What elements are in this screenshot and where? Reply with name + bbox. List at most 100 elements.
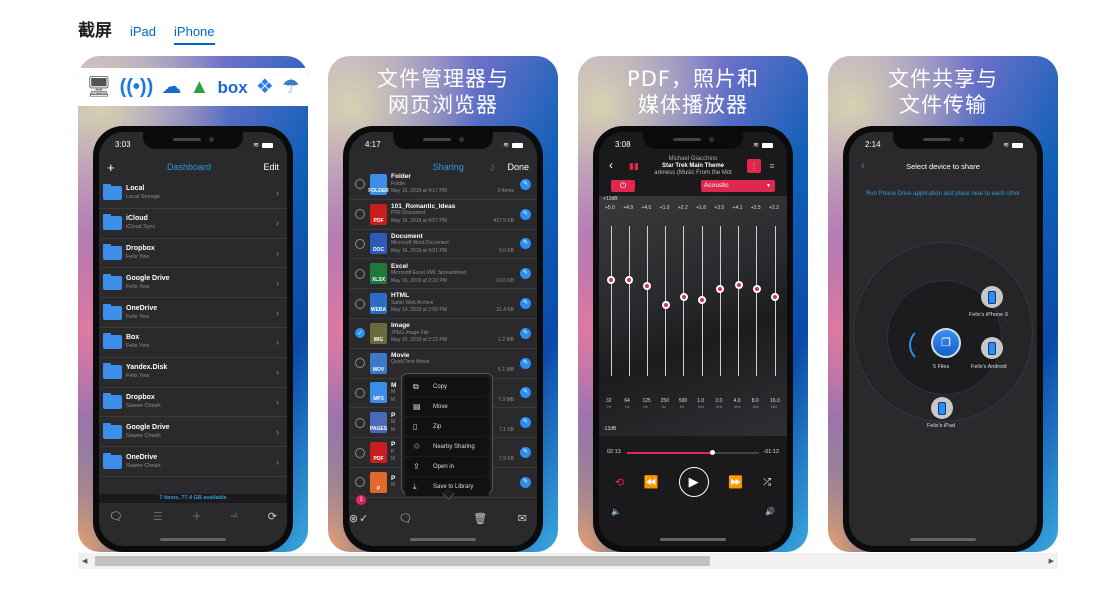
volume-low-icon[interactable]: 🔈 — [611, 507, 621, 516]
storage-list-item[interactable]: Box Felix Yew › — [99, 328, 287, 358]
storage-list-item[interactable]: OneDrive Felix Yew › — [99, 298, 287, 328]
band-slider-track[interactable] — [719, 226, 721, 376]
select-checkbox[interactable] — [355, 447, 365, 458]
band-slider-knob[interactable] — [698, 295, 707, 304]
repeat-icon[interactable]: ⟲ — [615, 476, 624, 489]
select-checkbox[interactable] — [355, 179, 365, 190]
progress-knob[interactable] — [710, 450, 716, 455]
select-checkbox[interactable] — [355, 209, 365, 220]
equalizer-icon[interactable]: ⫶ — [747, 159, 761, 173]
file-date: M — [391, 426, 396, 433]
device-ipad-icon[interactable] — [931, 397, 953, 419]
tab-ipad[interactable]: iPad — [130, 24, 156, 43]
band-slider-track[interactable] — [628, 226, 630, 376]
edit-icon[interactable]: ✎ — [520, 417, 531, 429]
edit-icon[interactable]: ✎ — [520, 476, 531, 488]
volume-high-icon[interactable]: 🔊 — [765, 507, 775, 516]
scroll-right-icon[interactable]: ▶ — [1049, 557, 1054, 565]
sync-icon[interactable]: ⟳ — [268, 510, 277, 523]
edit-icon[interactable]: ✎ — [520, 387, 531, 399]
file-list-item[interactable]: ✓ IMG Image JPEG Image File May 16, 2019 at … — [349, 319, 537, 349]
edit-icon[interactable]: ✎ — [520, 298, 531, 310]
menu-item-move[interactable]: ▤ Move — [405, 397, 489, 416]
file-list-item[interactable]: FOLDER Folder Folder May 16, 2019 at 4:17 P… — [349, 170, 537, 200]
mail-icon[interactable]: ✉ — [518, 512, 527, 525]
select-checkbox[interactable] — [355, 358, 365, 369]
menu-item-zip[interactable]: ▯ Zip — [405, 417, 489, 436]
band-slider-track[interactable] — [738, 226, 740, 376]
device-iphone-x-icon[interactable] — [981, 286, 1003, 308]
band-slider-knob[interactable] — [661, 300, 670, 309]
select-checkbox[interactable] — [355, 268, 365, 279]
add-button[interactable]: + — [107, 160, 115, 175]
server-icon[interactable]: ☰ — [153, 510, 163, 523]
message-icon[interactable]: 🗨 — [399, 512, 413, 525]
play-button[interactable]: ▶ — [678, 467, 709, 497]
edit-icon[interactable]: ✎ — [520, 268, 531, 280]
plus-icon[interactable]: + — [192, 508, 201, 525]
file-list-item[interactable]: WEBA HTML Safari Web Archive May 14, 2019 a… — [349, 289, 537, 319]
trash-icon[interactable]: 🗑 — [473, 512, 487, 525]
edit-icon[interactable]: ✎ — [520, 178, 531, 190]
storage-list-item[interactable]: Dropbox Felix Yew › — [99, 239, 287, 269]
band-slider-knob[interactable] — [643, 282, 652, 290]
select-checkbox[interactable] — [355, 387, 365, 398]
menu-item-save-to-library[interactable]: ⤓ Save to Library — [405, 477, 489, 496]
horizontal-scrollbar[interactable]: ◀ ▶ — [78, 553, 1058, 569]
screenshot-card-1[interactable]: 🖥 ((•)) ☁ ▲ box ❖ ☂ 3:03 ≋ + Dashboard E… — [78, 56, 308, 552]
select-checkbox[interactable] — [355, 417, 365, 428]
screenshot-card-3[interactable]: PDF，照片和 媒体播放器 3:08 ≋ ‹ ▮▮ Michael Giacch… — [578, 56, 808, 552]
file-list-item[interactable]: PDF 101_Romantic_Ideas PDF Document May 16,… — [349, 200, 537, 230]
edit-button[interactable]: Edit — [263, 162, 279, 172]
preset-dropdown[interactable]: Acoustic — [701, 180, 775, 192]
edit-icon[interactable]: ✎ — [520, 327, 531, 339]
select-checkbox[interactable] — [355, 477, 365, 488]
screenshot-card-2[interactable]: 文件管理器与 网页浏览器 4:17 ≋ Sharing ♪ Done FOLDE… — [328, 56, 558, 552]
storage-list-item[interactable]: iCloud iCloud Sync › — [99, 209, 287, 239]
font-icon[interactable]: ▪A — [231, 513, 238, 520]
power-button[interactable]: ⏻ — [611, 180, 635, 192]
select-checkbox[interactable] — [355, 238, 365, 249]
edit-icon[interactable]: ✎ — [520, 357, 531, 369]
menu-item-open-in[interactable]: ⇪ Open in — [405, 457, 489, 476]
storage-list-item[interactable]: Google Drive Sawee Cheah › — [99, 417, 287, 448]
band-slider-knob[interactable] — [607, 275, 615, 284]
band-slider-knob[interactable] — [771, 293, 779, 302]
select-checkbox[interactable] — [355, 298, 365, 309]
band-slider-knob[interactable] — [734, 281, 743, 290]
band-slider-knob[interactable] — [716, 285, 725, 294]
storage-list-item[interactable]: Local Local Storage › — [99, 179, 287, 209]
band-slider-track[interactable] — [646, 226, 648, 376]
screenshot-card-4[interactable]: 文件共享与 文件传输 2:14 ≋ ‹ Select device to sha… — [828, 56, 1058, 552]
checkmark-icon[interactable]: ✓ — [359, 512, 368, 525]
edit-icon[interactable]: ✎ — [520, 238, 531, 250]
tab-iphone[interactable]: iPhone — [174, 24, 215, 45]
message-icon[interactable]: 🗨 — [109, 510, 123, 523]
fast-forward-icon[interactable]: ⏩ — [728, 475, 743, 489]
scrollbar-thumb[interactable] — [95, 556, 710, 566]
menu-item-nearby-sharing[interactable]: ♲ Nearby Sharing — [405, 437, 489, 456]
shuffle-icon[interactable]: ⤮ — [763, 477, 771, 488]
file-list-item[interactable]: XLSX Excel Microsoft Excel XML Spreadsheet… — [349, 259, 537, 290]
device-android-icon[interactable] — [981, 337, 1003, 359]
file-list-item[interactable]: DOC Document Microsoft Word Document May 16… — [349, 230, 537, 260]
rewind-icon[interactable]: ⏪ — [644, 475, 659, 489]
edit-icon[interactable]: ✎ — [520, 208, 531, 220]
menu-icon[interactable]: ≡ — [765, 159, 779, 173]
menu-item-copy[interactable]: ⧉ Copy — [405, 377, 489, 396]
storage-list-item[interactable]: Dropbox Sawee Cheah › — [99, 388, 287, 418]
storage-list-item[interactable]: OneDrive Sawee Cheah › — [99, 447, 287, 477]
scroll-left-icon[interactable]: ◀ — [82, 557, 87, 565]
band-slider-knob[interactable] — [625, 276, 634, 285]
band-slider-knob[interactable] — [752, 285, 761, 294]
storage-list-item[interactable]: Yandex.Disk Felix Yew › — [99, 358, 287, 388]
band-slider-track[interactable] — [756, 226, 758, 376]
select-checkbox[interactable]: ✓ — [355, 328, 365, 339]
deselect-icon[interactable]: ⊗ — [349, 512, 358, 525]
files-icon[interactable]: ❐ — [931, 328, 961, 358]
band-slider-knob[interactable] — [679, 293, 688, 302]
progress-track[interactable] — [627, 450, 759, 455]
edit-icon[interactable]: ✎ — [520, 447, 531, 459]
band-slider-track[interactable] — [610, 226, 612, 376]
storage-list-item[interactable]: Google Drive Felix Yew › — [99, 268, 287, 299]
